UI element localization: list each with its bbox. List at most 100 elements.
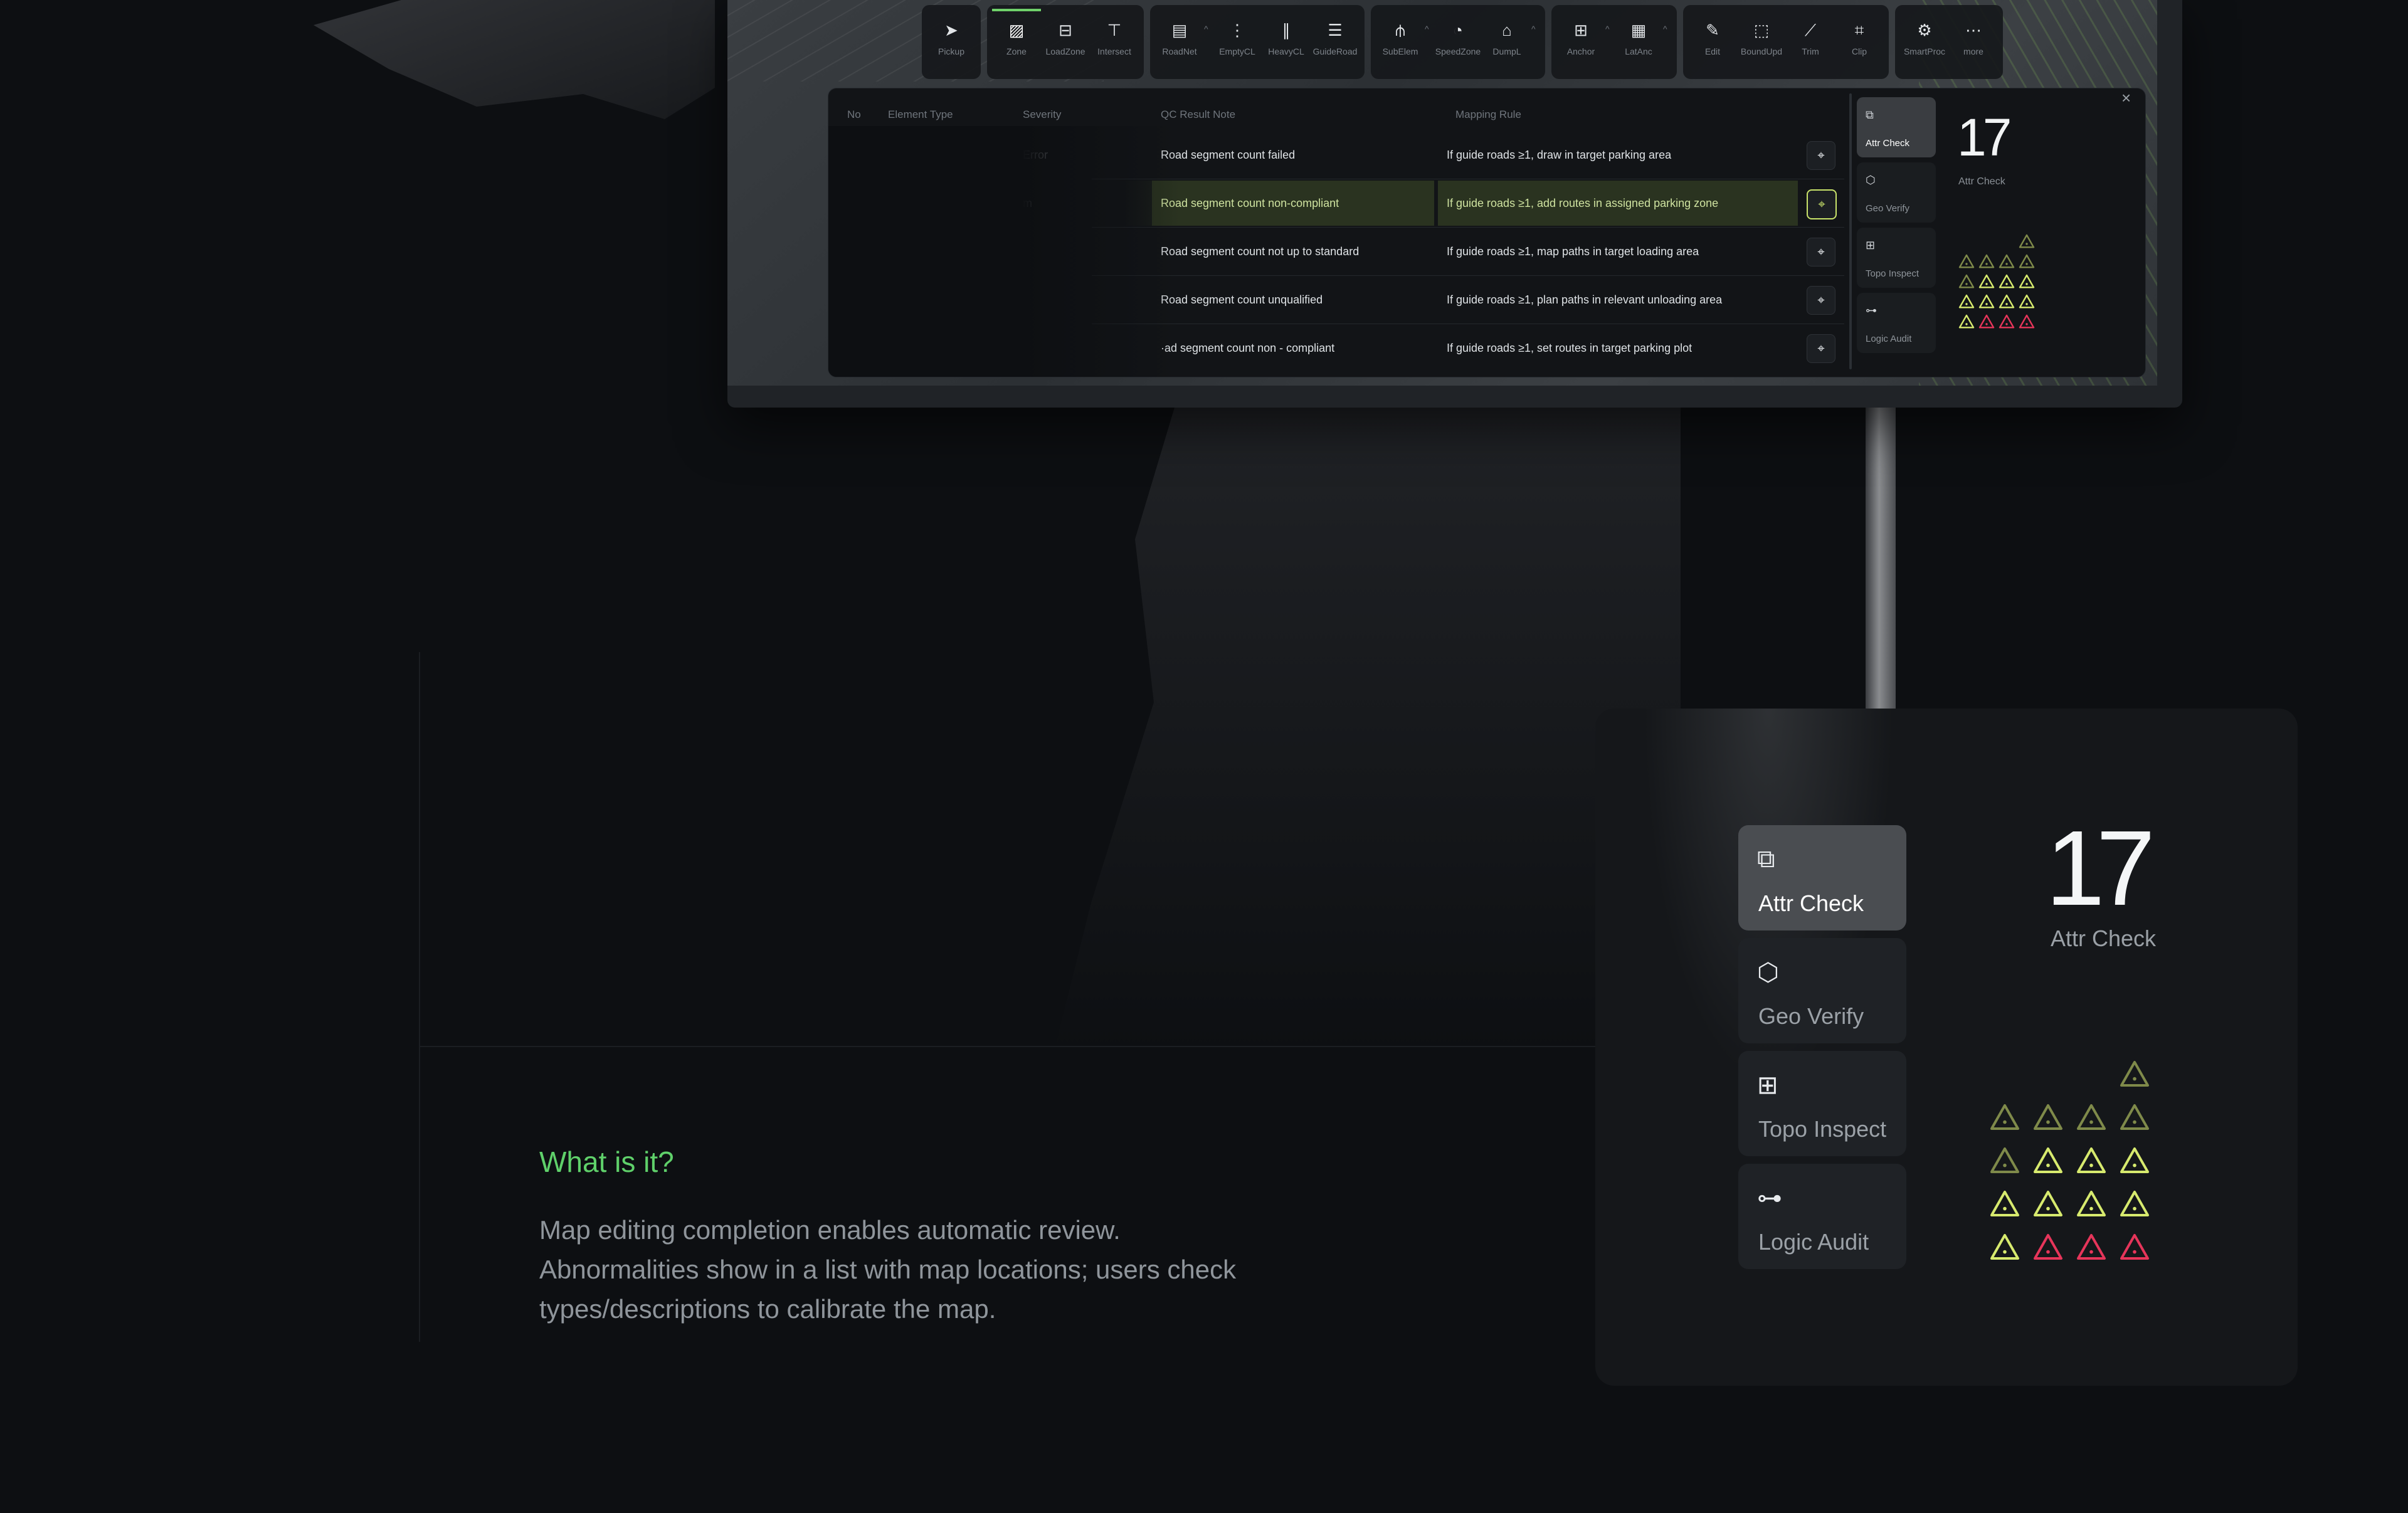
tool-label: BoundUpd bbox=[1740, 46, 1783, 56]
tool-zone-button[interactable]: ▨ Zone bbox=[992, 9, 1041, 75]
tool-trim-button[interactable]: ⟋ Trim bbox=[1786, 9, 1835, 75]
clip-icon: ⌗ bbox=[1854, 21, 1864, 40]
horizontal-divider bbox=[419, 1046, 1598, 1047]
tool-heavycl-button[interactable]: ∥ HeavyCL bbox=[1262, 9, 1311, 75]
tool-group: ✎ Edit ⬚ BoundUpd ⟋ Trim ⌗ Clip bbox=[1683, 5, 1889, 79]
mini-tab-attr-check[interactable]: ⧉ Attr Check bbox=[1857, 97, 1936, 157]
warning-triangle-icon bbox=[2120, 1191, 2149, 1216]
tool-dumpl-button[interactable]: ⌂ DumpL bbox=[1482, 9, 1531, 75]
caret-up-icon[interactable]: ^ bbox=[1531, 9, 1540, 75]
tab-label: Attr Check bbox=[1758, 890, 1864, 916]
tool-guideroad-button[interactable]: ☰ GuideRoad bbox=[1311, 9, 1360, 75]
geo-verify-icon: ⬡ bbox=[1866, 174, 1876, 186]
mapping-rule-cell: If guide roads ≥1, add routes in assigne… bbox=[1438, 181, 1798, 226]
mini-issue-label: Attr Check bbox=[1958, 176, 2005, 187]
locate-on-map-icon[interactable]: ⌖ bbox=[1807, 286, 1835, 315]
locate-on-map-icon[interactable]: ⌖ bbox=[1807, 334, 1835, 363]
loadzone-icon: ⊟ bbox=[1059, 21, 1072, 40]
warning-triangle-icon bbox=[2120, 1147, 2149, 1173]
mapping-rule-cell: If guide roads ≥1, map paths in target l… bbox=[1447, 245, 1699, 258]
mini-tab-logic-audit[interactable]: ⊶ Logic Audit bbox=[1857, 293, 1936, 353]
col-no: No bbox=[847, 108, 861, 120]
caret-up-icon[interactable]: ^ bbox=[1605, 9, 1614, 75]
warning-triangle-icon bbox=[2019, 274, 2035, 288]
warning-triangle-icon bbox=[1990, 1104, 2019, 1130]
tool-loadzone-button[interactable]: ⊟ LoadZone bbox=[1041, 9, 1090, 75]
caret-up-icon[interactable]: ^ bbox=[1425, 9, 1434, 75]
qc-scrollbar[interactable] bbox=[1849, 93, 1852, 369]
issue-count-label: Attr Check bbox=[2051, 925, 2157, 951]
tool-subelem-button[interactable]: ⫛ SubElem bbox=[1376, 9, 1425, 75]
vertical-divider bbox=[419, 652, 420, 1342]
rock-scenery bbox=[314, 0, 715, 119]
tool-latanc-button[interactable]: ▦ LatAnc bbox=[1614, 9, 1663, 75]
tab-label: Topo Inspect bbox=[1866, 268, 1920, 279]
qc-note-cell: Road segment count failed bbox=[1161, 149, 1296, 161]
tool-smartproc-button[interactable]: ⚙ SmartProc bbox=[1900, 9, 1949, 75]
warning-triangle-icon bbox=[2077, 1104, 2106, 1130]
caret-up-icon[interactable]: ^ bbox=[1663, 9, 1672, 75]
row-divider bbox=[1092, 275, 1844, 276]
tool-anchor-button[interactable]: ⊞ Anchor bbox=[1556, 9, 1605, 75]
subelem-icon: ⫛ bbox=[1395, 21, 1405, 40]
warning-triangle-icon bbox=[1978, 314, 1995, 329]
severity-grid bbox=[1990, 1061, 2149, 1260]
tool-label: Trim bbox=[1802, 46, 1819, 56]
tab-attr-check[interactable]: ⧉ Attr Check bbox=[1738, 825, 1906, 930]
zone-icon: ▨ bbox=[1008, 21, 1025, 40]
locate-on-map-icon[interactable]: ⌖ bbox=[1807, 141, 1835, 170]
warning-triangle-icon bbox=[1999, 314, 2015, 329]
tab-geo-verify[interactable]: ⬡ Geo Verify bbox=[1738, 938, 1906, 1043]
warning-triangle-icon bbox=[2034, 1104, 2062, 1130]
warning-triangle-icon bbox=[1999, 294, 2015, 308]
col-mapping-rule: Mapping Rule bbox=[1455, 108, 1521, 120]
warning-triangle-icon bbox=[2019, 314, 2035, 329]
tab-label: Attr Check bbox=[1866, 138, 1910, 149]
tool-emptycl-button[interactable]: ⋮ EmptyCL bbox=[1213, 9, 1262, 75]
warning-triangle-icon bbox=[2120, 1061, 2149, 1087]
locate-on-map-icon[interactable]: ⌖ bbox=[1807, 189, 1837, 219]
tool-label: LatAnc bbox=[1625, 46, 1652, 56]
warning-triangle-icon bbox=[2120, 1104, 2149, 1130]
warning-triangle-icon bbox=[1958, 274, 1975, 288]
tool-label: HeavyCL bbox=[1268, 46, 1304, 56]
tool-speedzone-button[interactable]: ◔ SpeedZone bbox=[1434, 9, 1482, 75]
tool-pickup-button[interactable]: ➤ Pickup bbox=[927, 9, 976, 75]
tool-group: ⫛ SubElem ^ ◔ SpeedZone ⌂ DumpL ^ bbox=[1371, 5, 1545, 79]
tool-more-button[interactable]: ⋯ more bbox=[1949, 9, 1998, 75]
tab-label: Logic Audit bbox=[1866, 334, 1912, 344]
qc-table-header: No Element Type Severity QC Result Note … bbox=[828, 102, 2145, 127]
qc-note-cell: Road segment count not up to standard bbox=[1161, 245, 1360, 258]
tool-intersect-button[interactable]: ⊤ Intersect bbox=[1090, 9, 1139, 75]
warning-triangle-icon bbox=[1999, 274, 2015, 288]
latanc-icon: ▦ bbox=[1630, 21, 1647, 40]
tab-topo-inspect[interactable]: ⊞ Topo Inspect bbox=[1738, 1051, 1906, 1156]
tool-edit-button[interactable]: ✎ Edit bbox=[1688, 9, 1737, 75]
tool-clip-button[interactable]: ⌗ Clip bbox=[1835, 9, 1884, 75]
warning-triangle-icon bbox=[2077, 1191, 2106, 1216]
anchor-icon: ⊞ bbox=[1574, 21, 1588, 40]
tab-logic-audit[interactable]: ⊶ Logic Audit bbox=[1738, 1164, 1906, 1269]
tool-boundupd-button[interactable]: ⬚ BoundUpd bbox=[1737, 9, 1786, 75]
mini-tab-topo-inspect[interactable]: ⊞ Topo Inspect bbox=[1857, 228, 1936, 288]
tool-label: LoadZone bbox=[1045, 46, 1085, 56]
tool-roadnet-button[interactable]: ▤ RoadNet bbox=[1155, 9, 1204, 75]
edit-icon: ✎ bbox=[1706, 21, 1719, 40]
intersect-icon: ⊤ bbox=[1107, 21, 1122, 40]
col-qc-note: QC Result Note bbox=[1161, 108, 1236, 120]
col-element-type: Element Type bbox=[888, 108, 953, 120]
roadnet-icon: ▤ bbox=[1171, 21, 1188, 40]
tool-group: ▨ Zone ⊟ LoadZone ⊤ Intersect bbox=[987, 5, 1144, 79]
warning-triangle-icon bbox=[2034, 1234, 2062, 1260]
trim-icon: ⟋ bbox=[1804, 21, 1817, 40]
locate-on-map-icon[interactable]: ⌖ bbox=[1807, 238, 1835, 266]
tool-label: SpeedZone bbox=[1435, 46, 1481, 56]
caret-up-icon[interactable]: ^ bbox=[1204, 9, 1213, 75]
row-divider bbox=[1092, 227, 1844, 228]
tab-label: Geo Verify bbox=[1866, 203, 1910, 214]
attr-check-icon: ⧉ bbox=[1757, 845, 1775, 873]
mini-tab-geo-verify[interactable]: ⬡ Geo Verify bbox=[1857, 162, 1936, 223]
tool-label: more bbox=[1963, 46, 1983, 56]
close-icon[interactable]: × bbox=[2121, 88, 2131, 108]
mini-check-tabs: ⧉ Attr Check ⬡ Geo Verify ⊞ Topo Inspect ⊶ Logi… bbox=[1857, 97, 1938, 358]
